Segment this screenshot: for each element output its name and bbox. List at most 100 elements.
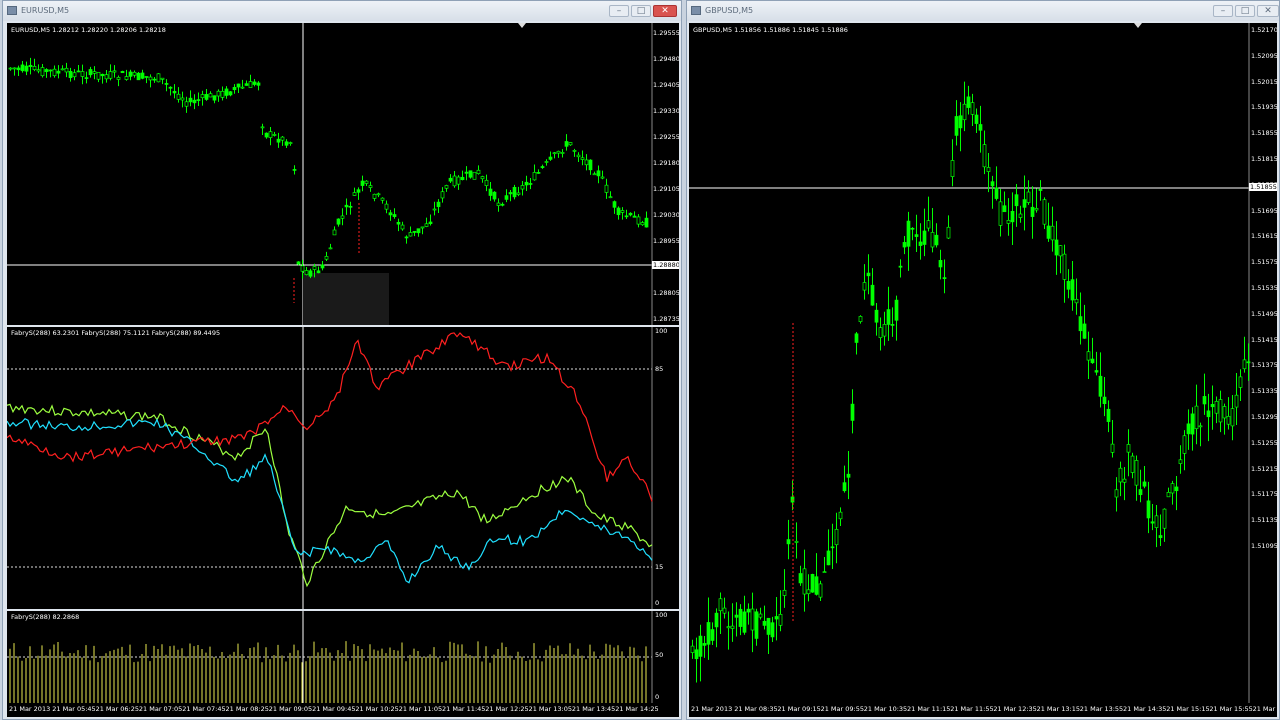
fabrys-indicator-panel[interactable]: FabryS(288) 63.2301 FabryS(288) 75.1121 … <box>7 327 679 609</box>
candle-body <box>160 77 165 80</box>
candle-body <box>1058 245 1063 257</box>
candle-body <box>532 172 537 181</box>
candle-body <box>248 81 253 88</box>
candle-body <box>902 242 907 248</box>
gbpusd-header: GBPUSD,M5 1.51856 1.51886 1.51845 1.5188… <box>693 26 848 34</box>
fabrys-histogram-panel[interactable]: FabryS(288) 82.2868 100 50 0 <box>7 611 679 703</box>
candle-body <box>424 223 429 227</box>
gbpusd-time-tick: 21 Mar 16:35 <box>1252 705 1277 713</box>
candle-body <box>28 64 33 67</box>
candle-body <box>1234 394 1239 408</box>
candle-body <box>1194 405 1199 430</box>
candle-body <box>1034 208 1039 211</box>
candle-body <box>172 90 177 94</box>
candle-body <box>640 222 645 226</box>
candle-body <box>144 76 149 78</box>
candle-body <box>906 220 911 247</box>
candle-body <box>256 82 261 86</box>
minimize-button[interactable]: – <box>1213 5 1233 17</box>
candle-body <box>420 226 425 229</box>
candle-body <box>340 215 345 219</box>
fabrys-cyan-line <box>7 417 653 584</box>
candle-body <box>1050 225 1055 241</box>
gbpusd-titlebar[interactable]: GBPUSD,M5 – □ ✕ <box>687 1 1279 21</box>
candle-body <box>240 86 245 89</box>
eurusd-price-chart[interactable]: EURUSD,M5 1.28212 1.28220 1.28206 1.2821… <box>7 23 679 325</box>
candle-body <box>862 282 867 291</box>
gbpusd-candles <box>689 23 1251 703</box>
candle-body <box>1246 361 1251 364</box>
candle-body <box>1142 481 1147 487</box>
candle-body <box>1010 210 1015 223</box>
candle-body <box>1218 399 1223 423</box>
candle-body <box>572 150 577 152</box>
candle-body <box>552 152 557 155</box>
eurusd-price-tick: 1.29405 <box>653 81 679 89</box>
eurusd-time-tick: 21 Mar 11:05 <box>398 705 443 713</box>
candle-body <box>316 270 321 274</box>
candle-body <box>930 232 935 248</box>
gbpusd-time-tick: 21 Mar 08:35 <box>734 705 778 713</box>
maximize-button[interactable]: □ <box>631 5 651 17</box>
candle-body <box>632 215 637 218</box>
candle-body <box>1122 478 1127 483</box>
gbpusd-price-tick: 1.51935 <box>1251 103 1277 112</box>
candle-body <box>746 608 751 613</box>
candle-body <box>504 195 509 200</box>
candle-body <box>208 93 213 98</box>
candle-body <box>516 192 521 195</box>
candle-body <box>1238 376 1243 388</box>
candle-body <box>76 70 81 73</box>
candle-body <box>894 299 899 321</box>
fabrys-green-line <box>7 403 653 588</box>
candle-body <box>444 185 449 189</box>
maximize-button[interactable]: □ <box>1235 5 1255 17</box>
gbpusd-price-tick: 1.51855 <box>1251 129 1277 138</box>
candle-body <box>794 540 799 543</box>
candle-body <box>818 583 823 598</box>
gbpusd-window[interactable]: GBPUSD,M5 – □ ✕ GBPUSD,M5 1.51856 1.5188… <box>686 0 1280 720</box>
candle-body <box>890 324 895 326</box>
candle-body <box>958 115 963 129</box>
candle-body <box>460 176 465 181</box>
close-button[interactable]: ✕ <box>1257 5 1279 17</box>
candle-body <box>332 229 337 236</box>
candle-body <box>292 169 297 171</box>
candle-body <box>408 232 413 237</box>
gbpusd-price-tick: 1.51415 <box>1251 335 1277 344</box>
candle-body <box>698 635 703 657</box>
gbpusd-price-chart[interactable]: GBPUSD,M5 1.51856 1.51886 1.51845 1.5188… <box>689 23 1277 703</box>
eurusd-time-tick: 21 Mar 06:25 <box>95 705 139 713</box>
candle-body <box>100 73 105 77</box>
candle-body <box>352 192 357 196</box>
candle-body <box>392 214 397 217</box>
candle-body <box>1110 443 1115 453</box>
eurusd-window[interactable]: EURUSD,M5 – □ ✕ EURUSD,M5 1.28212 1.2822… <box>2 0 682 720</box>
candle-body <box>870 284 875 306</box>
candle-body <box>32 66 37 70</box>
candle-body <box>360 180 365 186</box>
candle-body <box>938 260 943 268</box>
eurusd-titlebar[interactable]: EURUSD,M5 – □ ✕ <box>3 1 681 21</box>
candle-body <box>1078 316 1083 332</box>
candle-body <box>954 116 959 136</box>
candle-body <box>268 131 273 138</box>
candle-body <box>982 144 987 168</box>
eurusd-price-tick: 1.29255 <box>653 133 679 141</box>
candle-body <box>348 205 353 208</box>
candle-body <box>1006 219 1011 224</box>
candle-body <box>750 608 755 631</box>
candle-body <box>596 170 601 177</box>
candle-body <box>276 138 281 143</box>
gbpusd-time-tick: 21 Mar 09:15 <box>777 705 821 713</box>
candle-body <box>536 172 541 174</box>
eurusd-time-tick: 21 Mar 11:45 <box>442 705 486 713</box>
close-button[interactable]: ✕ <box>653 5 677 17</box>
candle-body <box>520 185 525 190</box>
fabrys-histogram <box>7 611 653 703</box>
candle-body <box>296 261 301 265</box>
candle-body <box>524 181 529 186</box>
minimize-button[interactable]: – <box>609 5 629 17</box>
candle-body <box>272 134 277 136</box>
candle-body <box>496 202 501 206</box>
